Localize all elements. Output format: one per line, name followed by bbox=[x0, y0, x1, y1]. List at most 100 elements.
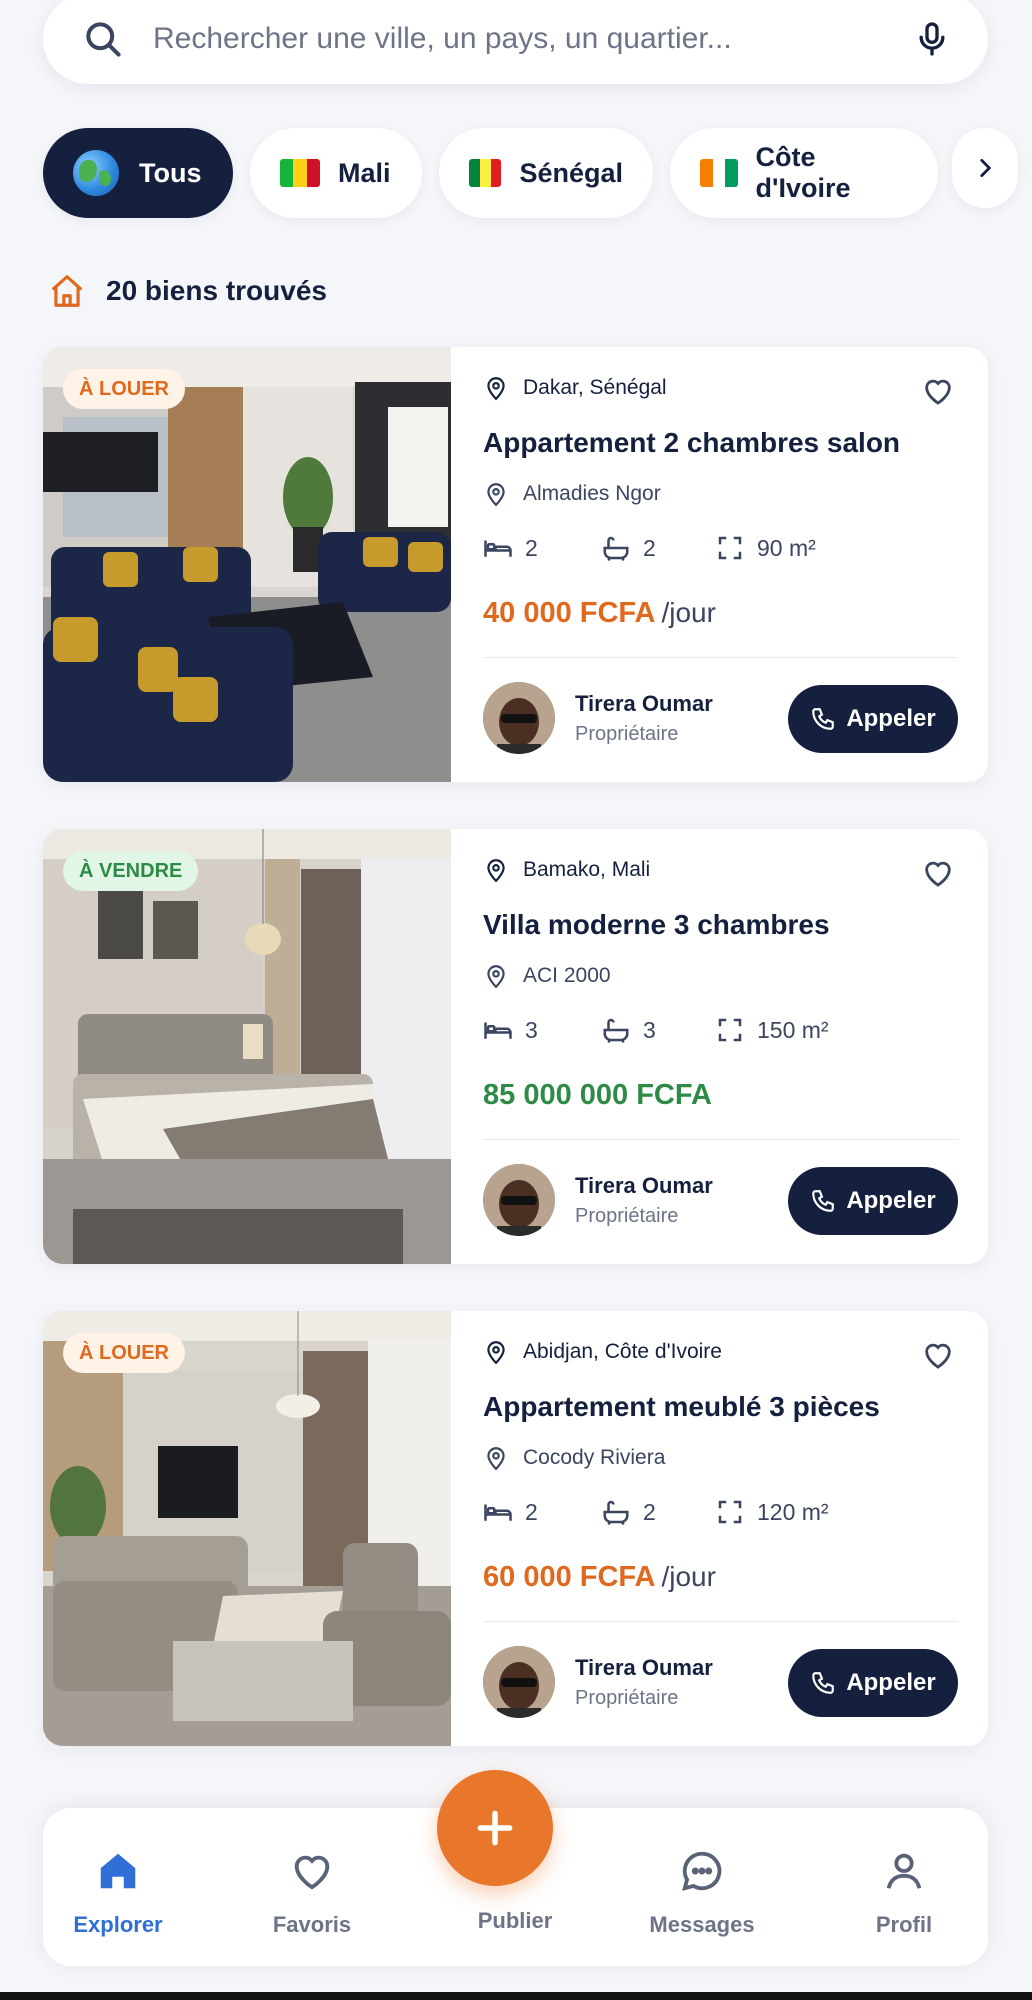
filter-chip-mali[interactable]: Mali bbox=[250, 128, 422, 218]
listing-title[interactable]: Appartement meublé 3 pièces bbox=[483, 1391, 880, 1423]
listing-location-text: Dakar, Sénégal bbox=[523, 376, 667, 399]
nav-messages[interactable]: Messages bbox=[627, 1848, 777, 1938]
nav-publier[interactable]: Publier bbox=[440, 1908, 590, 1934]
heart-icon bbox=[294, 1855, 330, 1890]
beds-count: 3 bbox=[525, 1016, 538, 1043]
filter-chip-label: Tous bbox=[139, 157, 202, 188]
price-value: 85 000 000 FCFA bbox=[483, 1079, 712, 1111]
cote-divoire-flag-icon bbox=[700, 159, 738, 187]
baths-spec: 2 bbox=[601, 1497, 715, 1527]
listing-area-text: Almadies Ngor bbox=[523, 482, 661, 505]
call-button[interactable]: Appeler bbox=[788, 1167, 958, 1235]
listing-area: ACI 2000 bbox=[483, 963, 611, 989]
filters-next-button[interactable] bbox=[952, 128, 1018, 208]
listing-title[interactable]: Villa moderne 3 chambres bbox=[483, 909, 830, 941]
owner-name: Tirera Oumar bbox=[575, 690, 713, 716]
nav-messages-label: Messages bbox=[649, 1912, 755, 1937]
call-button[interactable]: Appeler bbox=[788, 685, 958, 753]
price-value: 40 000 FCFA bbox=[483, 597, 656, 629]
owner-info[interactable]: Tirera Oumar Propriétaire bbox=[483, 682, 713, 754]
listing-price: 40 000 FCFA/jour bbox=[483, 597, 716, 630]
bed-icon bbox=[484, 540, 512, 557]
expand-icon bbox=[718, 536, 742, 560]
nav-explorer[interactable]: Explorer bbox=[43, 1848, 193, 1938]
beds-spec: 2 bbox=[483, 1497, 601, 1527]
listing-badge: À LOUER bbox=[63, 1333, 185, 1373]
owner-role: Propriétaire bbox=[575, 1204, 679, 1227]
owner-name: Tirera Oumar bbox=[575, 1172, 713, 1198]
filter-chip-tous[interactable]: Tous bbox=[43, 128, 233, 218]
surface-spec: 90 m² bbox=[715, 533, 816, 563]
filter-chip-senegal[interactable]: Sénégal bbox=[439, 128, 653, 218]
listing-location-text: Abidjan, Côte d'Ivoire bbox=[523, 1340, 722, 1363]
listing-specs: 3 3 150 m² bbox=[483, 1015, 829, 1045]
search-bar[interactable]: Rechercher une ville, un pays, un quarti… bbox=[43, 0, 988, 84]
call-button-label: Appeler bbox=[846, 1669, 936, 1696]
microphone-icon[interactable] bbox=[906, 13, 958, 65]
listing-specs: 2 2 90 m² bbox=[483, 533, 816, 563]
senegal-flag-icon bbox=[469, 159, 502, 187]
bath-icon bbox=[603, 1500, 629, 1526]
baths-spec: 2 bbox=[601, 533, 715, 563]
nav-favoris[interactable]: Favoris bbox=[237, 1848, 387, 1938]
baths-count: 2 bbox=[643, 1498, 656, 1525]
chat-bubble-icon bbox=[682, 1851, 722, 1891]
owner-name: Tirera Oumar bbox=[575, 1654, 713, 1680]
listing-area: Almadies Ngor bbox=[483, 481, 661, 507]
location-pin-icon bbox=[487, 483, 505, 507]
listing-card[interactable]: À LOUER Dakar, Sénégal Appartement 2 cha… bbox=[43, 347, 988, 782]
filter-chip-label: Sénégal bbox=[519, 157, 623, 188]
results-count-label: 20 biens trouvés bbox=[106, 275, 327, 306]
surface-spec: 150 m² bbox=[715, 1015, 829, 1045]
listing-location: Dakar, Sénégal bbox=[483, 375, 667, 401]
price-value: 60 000 FCFA bbox=[483, 1561, 656, 1593]
location-pin-icon bbox=[487, 965, 505, 989]
call-button-label: Appeler bbox=[846, 705, 936, 732]
home-outline-icon bbox=[51, 275, 83, 307]
nav-publier-label: Publier bbox=[477, 1908, 553, 1933]
mali-flag-icon bbox=[280, 159, 320, 187]
phone-icon bbox=[812, 1190, 835, 1212]
country-filters: Tous Mali Sénégal Côte d'Ivoire bbox=[43, 128, 938, 218]
favorite-button[interactable] bbox=[918, 371, 958, 411]
call-button[interactable]: Appeler bbox=[788, 1649, 958, 1717]
location-pin-icon bbox=[487, 1447, 505, 1471]
listing-photo[interactable]: À VENDRE bbox=[43, 829, 451, 1264]
call-button-label: Appeler bbox=[846, 1187, 936, 1214]
filter-chip-cote-divoire[interactable]: Côte d'Ivoire bbox=[670, 128, 938, 218]
listing-photo[interactable]: À LOUER bbox=[43, 347, 451, 782]
baths-spec: 3 bbox=[601, 1015, 715, 1045]
owner-role: Propriétaire bbox=[575, 1686, 679, 1709]
globe-icon bbox=[73, 150, 119, 196]
nav-explorer-label: Explorer bbox=[73, 1912, 163, 1937]
filter-chip-label: Mali bbox=[338, 157, 391, 188]
surface-value: 90 m² bbox=[757, 534, 816, 561]
favorite-button[interactable] bbox=[918, 1335, 958, 1375]
price-unit: /jour bbox=[661, 1561, 716, 1592]
baths-count: 2 bbox=[643, 534, 656, 561]
surface-value: 120 m² bbox=[757, 1498, 829, 1525]
nav-profil[interactable]: Profil bbox=[829, 1848, 979, 1938]
phone-icon bbox=[812, 1672, 835, 1694]
listing-photo[interactable]: À LOUER bbox=[43, 1311, 451, 1746]
owner-info[interactable]: Tirera Oumar Propriétaire bbox=[483, 1164, 713, 1236]
location-pin-icon bbox=[487, 377, 505, 401]
listing-card[interactable]: À VENDRE Bamako, Mali Villa moderne 3 ch… bbox=[43, 829, 988, 1264]
divider bbox=[483, 657, 958, 658]
listing-badge: À VENDRE bbox=[63, 851, 199, 891]
listing-card[interactable]: À LOUER Abidjan, Côte d'Ivoire Apparteme… bbox=[43, 1311, 988, 1746]
listing-title[interactable]: Appartement 2 chambres salon bbox=[483, 427, 900, 459]
baths-count: 3 bbox=[643, 1016, 656, 1043]
favorite-button[interactable] bbox=[918, 853, 958, 893]
listing-badge: À LOUER bbox=[63, 369, 185, 409]
expand-icon bbox=[718, 1018, 742, 1042]
owner-info[interactable]: Tirera Oumar Propriétaire bbox=[483, 1646, 713, 1718]
listing-location: Abidjan, Côte d'Ivoire bbox=[483, 1339, 722, 1365]
listing-area: Cocody Riviera bbox=[483, 1445, 665, 1471]
publish-button[interactable] bbox=[437, 1770, 553, 1886]
home-indicator-bar bbox=[0, 1992, 1032, 2000]
listing-price: 85 000 000 FCFA bbox=[483, 1079, 718, 1112]
heart-icon bbox=[925, 379, 951, 405]
home-icon bbox=[100, 1853, 136, 1889]
search-input[interactable]: Rechercher une ville, un pays, un quarti… bbox=[153, 22, 906, 56]
